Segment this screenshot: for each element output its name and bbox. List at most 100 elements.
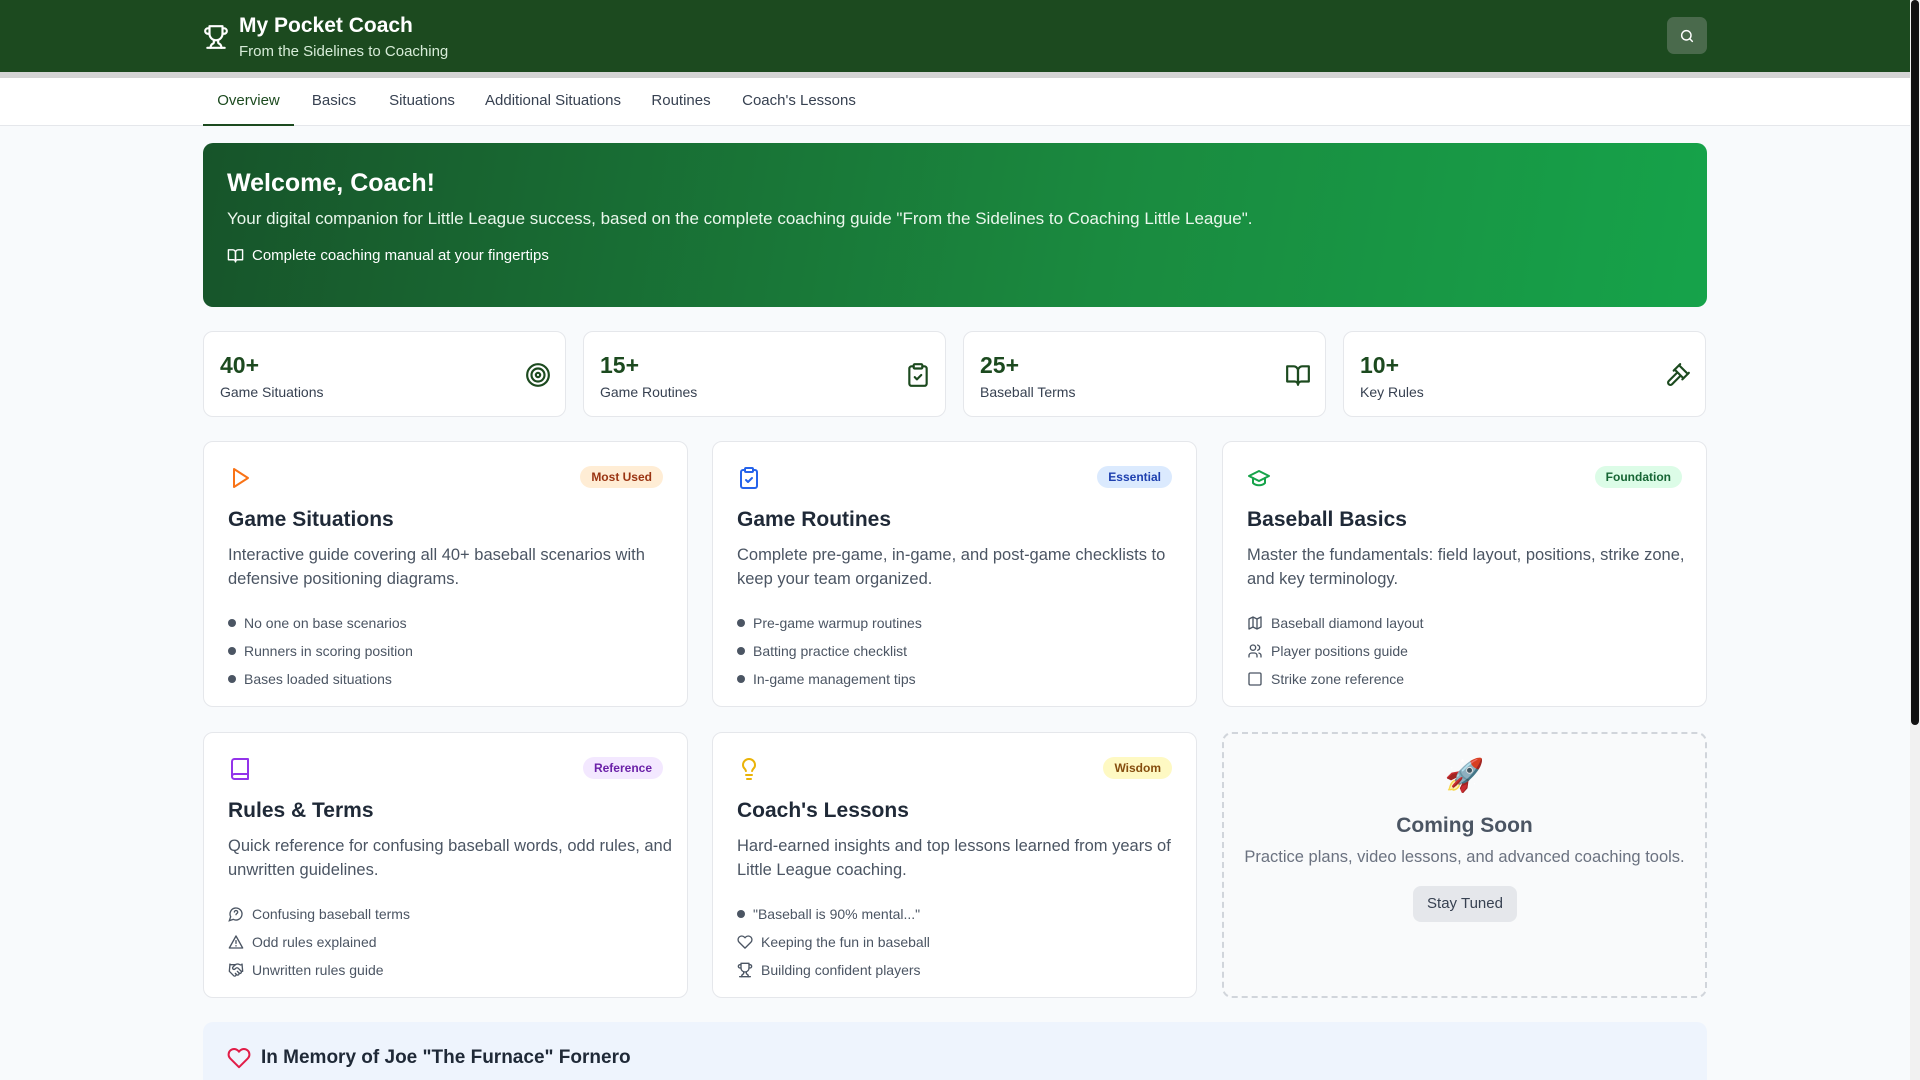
coming-soon-title: Coming Soon <box>1396 814 1533 837</box>
map-icon <box>1248 616 1262 630</box>
book-open-icon <box>227 249 244 263</box>
card-title: Coach's Lessons <box>737 799 909 822</box>
list-item-label: Player positions guide <box>1271 643 1408 659</box>
bullet-icon <box>737 619 745 627</box>
book-icon <box>231 758 249 780</box>
list-item-label: Batting practice checklist <box>753 643 908 659</box>
card-description: Interactive guide covering all 40+ baseb… <box>228 546 645 588</box>
lightbulb-icon <box>742 758 756 780</box>
search-icon <box>1680 29 1694 42</box>
list-item-label: Runners in scoring position <box>244 643 413 659</box>
stat-value: 40+ <box>220 352 260 378</box>
list-item: "Baseball is 90% mental..." <box>737 900 930 928</box>
list-item: Keeping the fun in baseball <box>737 928 930 956</box>
list-item-label: No one on base scenarios <box>244 615 407 631</box>
coming-soon-description: Practice plans, video lessons, and advan… <box>1244 848 1685 866</box>
list-item-label: Pre-game warmup routines <box>753 615 922 631</box>
welcome-title: Welcome, Coach! <box>227 169 435 197</box>
scrollbar-thumb[interactable] <box>1911 0 1919 725</box>
graduation-cap-icon <box>1248 470 1270 487</box>
list-item: Unwritten rules guide <box>228 956 410 984</box>
card-badge: Most Used <box>580 466 663 488</box>
app-header: My Pocket Coach From the Sidelines to Co… <box>0 0 1910 72</box>
list-item: Strike zone reference <box>1247 665 1424 693</box>
card-description: Hard-earned insights and top lessons lea… <box>737 837 1171 879</box>
list-item: Runners in scoring position <box>228 637 413 665</box>
gavel-icon <box>1667 363 1690 386</box>
list-item-label: Odd rules explained <box>252 934 377 950</box>
message-question-icon <box>228 907 243 922</box>
heart-icon <box>227 1048 251 1069</box>
stat-game-situations: 40+ Game Situations <box>203 331 566 417</box>
tab-routines[interactable]: Routines <box>641 78 721 126</box>
memorial-section: In Memory of Joe "The Furnace" Fornero <box>203 1022 1707 1080</box>
tab-coachs-lessons[interactable]: Coach's Lessons <box>734 78 864 126</box>
clipboard-check-icon <box>740 467 758 489</box>
search-button[interactable] <box>1667 17 1707 54</box>
welcome-description: Your digital companion for Little League… <box>227 209 1253 228</box>
heart-icon <box>737 935 753 949</box>
welcome-banner: Welcome, Coach! Your digital companion f… <box>203 143 1707 307</box>
stat-label: Game Routines <box>600 384 698 400</box>
list-item-label: Bases loaded situations <box>244 671 392 687</box>
card-title: Game Routines <box>737 508 892 531</box>
list-item: Pre-game warmup routines <box>737 609 922 637</box>
card-title: Rules & Terms <box>228 799 374 822</box>
stat-baseball-terms: 25+ Baseball Terms <box>963 331 1326 417</box>
stay-tuned-button[interactable]: Stay Tuned <box>1413 886 1517 922</box>
alert-triangle-icon <box>228 935 244 949</box>
list-item-label: Keeping the fun in baseball <box>761 934 930 950</box>
clipboard-check-icon <box>908 363 928 387</box>
list-item: Confusing baseball terms <box>228 900 410 928</box>
card-title: Baseball Basics <box>1247 508 1407 531</box>
stat-label: Game Situations <box>220 384 324 400</box>
stat-value: 15+ <box>600 352 640 378</box>
tab-overview[interactable]: Overview <box>203 78 294 126</box>
users-icon <box>1248 644 1262 658</box>
stat-value: 10+ <box>1360 352 1400 378</box>
card-coachs-lessons[interactable]: Wisdom Coach's Lessons Hard-earned insig… <box>712 732 1197 998</box>
brand[interactable]: My Pocket Coach From the Sidelines to Co… <box>203 14 448 62</box>
app-title: My Pocket Coach <box>239 14 413 37</box>
book-open-icon <box>1286 365 1310 386</box>
card-baseball-basics[interactable]: Foundation Baseball Basics Master the fu… <box>1222 441 1707 707</box>
bullet-icon <box>737 647 745 655</box>
card-description: Complete pre-game, in-game, and post-gam… <box>737 546 1166 588</box>
card-game-situations[interactable]: Most Used Game Situations Interactive gu… <box>203 441 688 707</box>
card-rules-terms[interactable]: Reference Rules & Terms Quick reference … <box>203 732 688 998</box>
list-item: Baseball diamond layout <box>1247 609 1424 637</box>
list-item-label: In-game management tips <box>753 671 916 687</box>
welcome-note-text: Complete coaching manual at your fingert… <box>252 247 549 264</box>
tab-basics[interactable]: Basics <box>300 78 368 126</box>
list-item-label: Strike zone reference <box>1271 671 1405 687</box>
card-list: Baseball diamond layout Player positions… <box>1247 609 1424 693</box>
card-badge: Foundation <box>1594 466 1682 488</box>
card-list: Pre-game warmup routines Batting practic… <box>737 609 922 693</box>
play-icon <box>233 468 249 488</box>
welcome-note: Complete coaching manual at your fingert… <box>227 247 549 264</box>
list-item-label: "Baseball is 90% mental..." <box>753 906 921 922</box>
list-item: Building confident players <box>737 956 930 984</box>
card-list: Confusing baseball terms Odd rules expla… <box>228 900 410 984</box>
square-icon <box>1248 672 1262 686</box>
card-description: Quick reference for confusing baseball w… <box>228 837 672 879</box>
bullet-icon <box>228 675 236 683</box>
trophy-icon <box>204 25 228 49</box>
card-description: Master the fundamentals: field layout, p… <box>1247 546 1685 588</box>
card-badge: Essential <box>1097 466 1172 488</box>
card-list: No one on base scenarios Runners in scor… <box>228 609 413 693</box>
tab-additional-situations[interactable]: Additional Situations <box>479 78 627 126</box>
list-item: Bases loaded situations <box>228 665 413 693</box>
card-title: Game Situations <box>228 508 394 531</box>
handshake-icon <box>228 963 244 977</box>
stat-key-rules: 10+ Key Rules <box>1343 331 1706 417</box>
stat-label: Key Rules <box>1360 384 1424 400</box>
target-icon <box>526 363 550 387</box>
list-item: Player positions guide <box>1247 637 1424 665</box>
tab-situations[interactable]: Situations <box>378 78 466 126</box>
card-game-routines[interactable]: Essential Game Routines Complete pre-gam… <box>712 441 1197 707</box>
app-subtitle: From the Sidelines to Coaching <box>239 43 449 60</box>
trophy-icon <box>737 962 753 978</box>
card-badge: Wisdom <box>1103 757 1172 779</box>
rocket-icon: 🚀 <box>1444 757 1485 793</box>
